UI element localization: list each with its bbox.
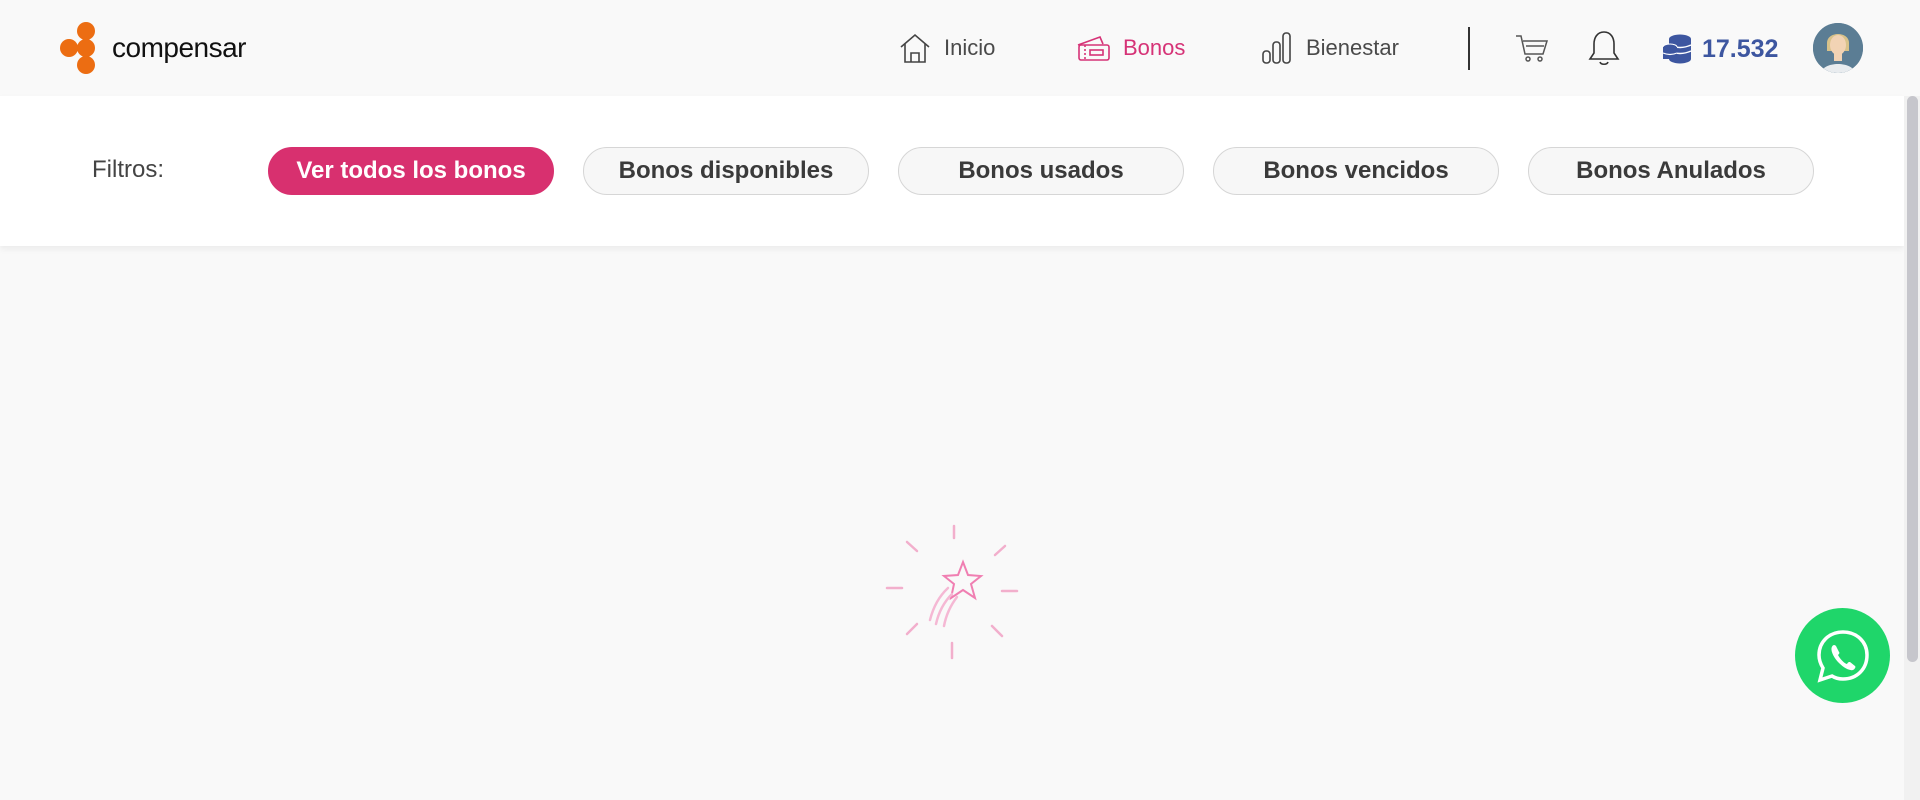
user-avatar-icon — [1813, 23, 1863, 73]
coins-icon — [1662, 34, 1692, 64]
filter-chip-anulados[interactable]: Bonos Anulados — [1528, 147, 1814, 195]
header: compensar Inicio Bonos Bienestar 17.532 — [0, 0, 1920, 96]
whatsapp-button[interactable] — [1795, 608, 1890, 703]
loading-indicator — [880, 520, 1030, 670]
filter-chip-todos[interactable]: Ver todos los bonos — [268, 147, 554, 195]
header-divider — [1468, 27, 1470, 70]
home-icon — [900, 33, 930, 63]
bell-icon — [1588, 31, 1620, 66]
bar-chart-icon — [1262, 32, 1291, 64]
nav-item-inicio[interactable]: Inicio — [898, 28, 995, 68]
filters-label: Filtros: — [92, 156, 164, 183]
nav-item-bonos[interactable]: Bonos — [1075, 28, 1185, 68]
shooting-star-icon — [885, 524, 1019, 660]
nav-label: Inicio — [944, 35, 996, 60]
scrollbar[interactable] — [1904, 96, 1920, 800]
scrollbar-thumb[interactable] — [1907, 96, 1918, 662]
nav-label: Bonos — [1123, 35, 1186, 60]
ticket-icon — [1077, 35, 1110, 61]
filter-chip-usados[interactable]: Bonos usados — [898, 147, 1184, 195]
nav-label: Bienestar — [1306, 35, 1399, 60]
points-value: 17.532 — [1702, 34, 1779, 63]
filter-bar: Filtros: Ver todos los bonos Bonos dispo… — [0, 96, 1904, 246]
filter-chip-disponibles[interactable]: Bonos disponibles — [583, 147, 869, 195]
filter-chip-vencidos[interactable]: Bonos vencidos — [1213, 147, 1499, 195]
nav-item-bienestar[interactable]: Bienestar — [1260, 28, 1399, 68]
cart-icon — [1516, 35, 1549, 62]
main-nav: Inicio Bonos Bienestar — [0, 28, 1400, 68]
avatar[interactable] — [1813, 23, 1863, 73]
cart-button[interactable] — [1512, 28, 1552, 68]
notifications-button[interactable] — [1584, 28, 1624, 68]
whatsapp-icon — [1816, 629, 1869, 683]
points-balance[interactable]: 17.532 — [1662, 29, 1778, 69]
